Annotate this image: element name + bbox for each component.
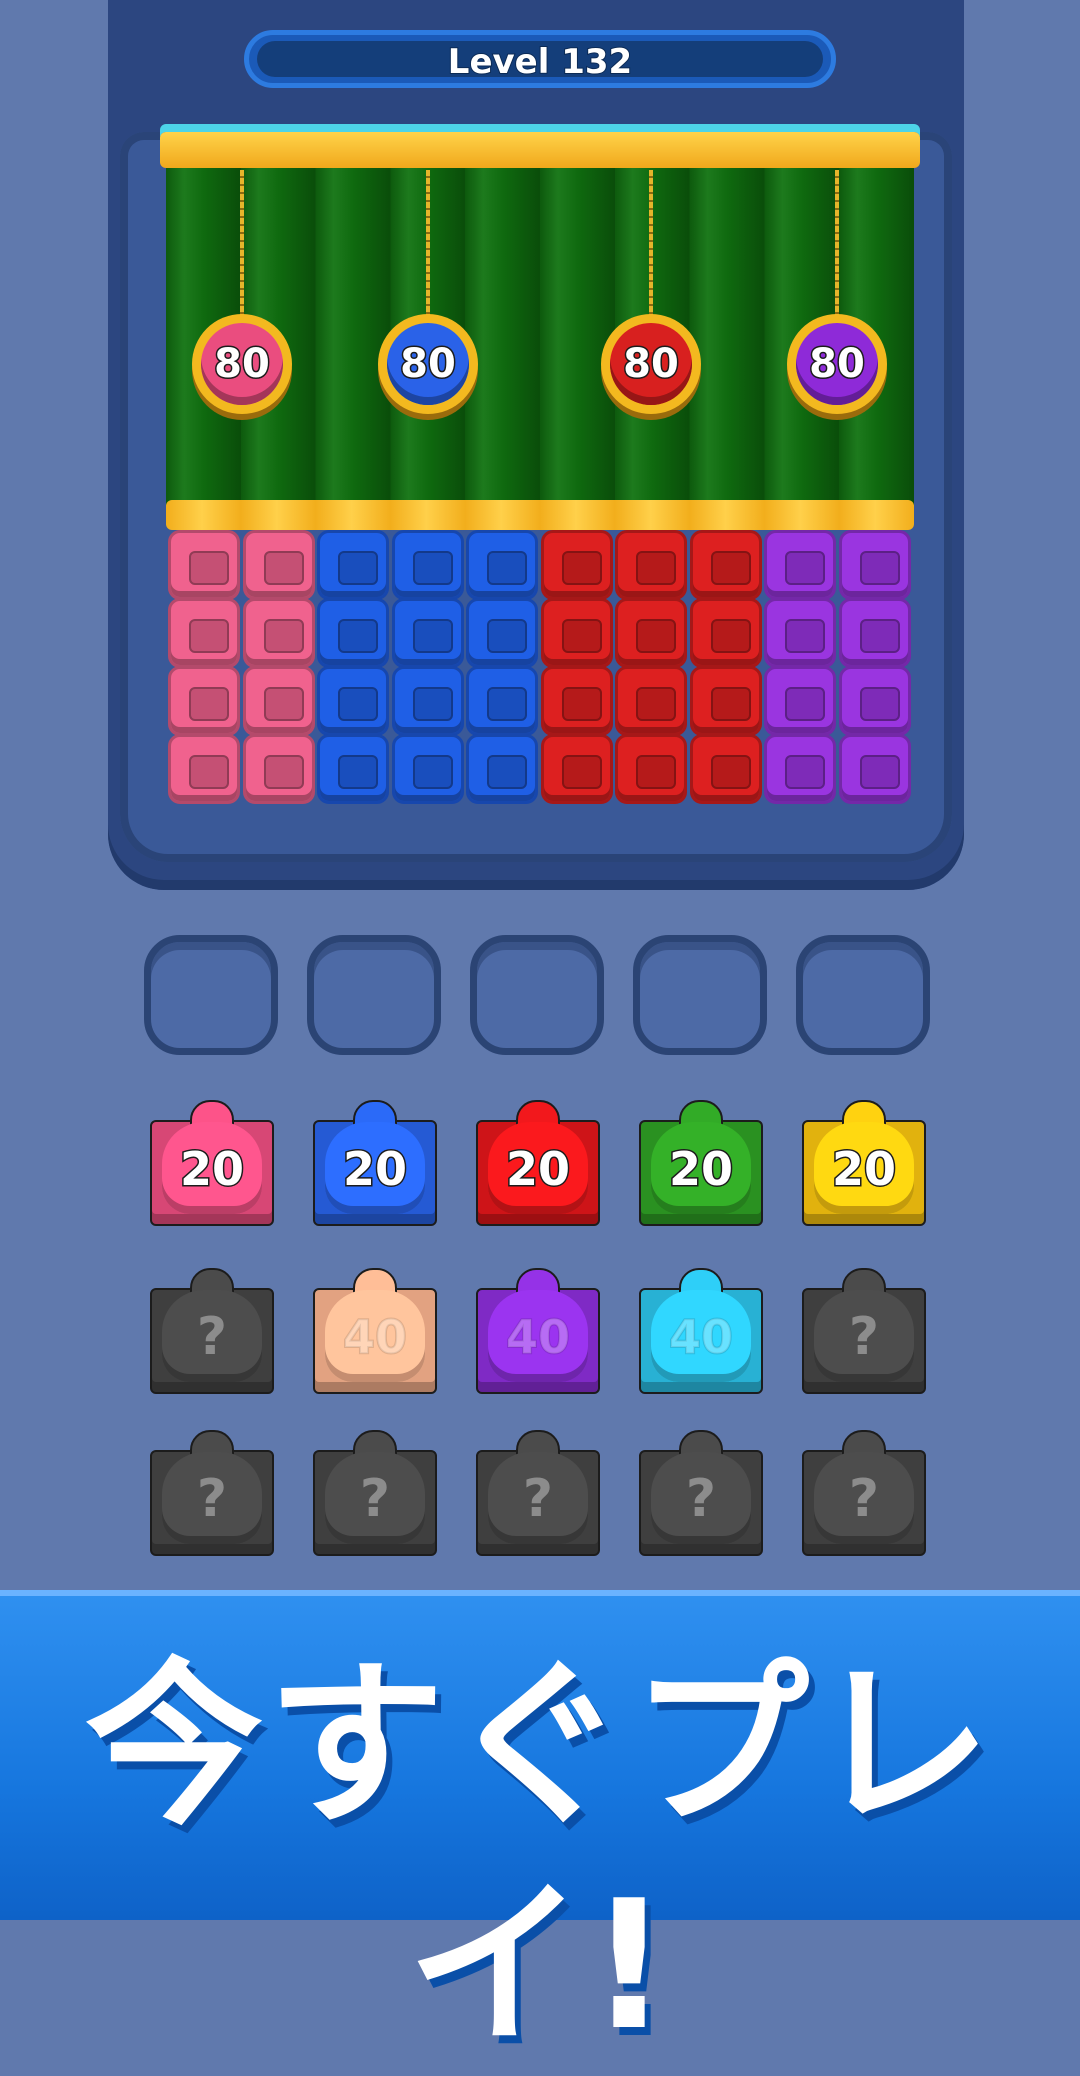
block-blue[interactable] [317, 598, 389, 668]
block-red[interactable] [615, 734, 687, 804]
medal-value: 80 [808, 340, 867, 389]
mystery-tank: ? [150, 1268, 274, 1394]
block-blue[interactable] [317, 530, 389, 600]
block-blue[interactable] [391, 598, 464, 668]
block-blue[interactable] [391, 666, 464, 736]
block-red[interactable] [615, 666, 687, 736]
block-red[interactable] [689, 734, 762, 804]
block-purple[interactable] [764, 530, 836, 600]
tank-label: 40 [342, 1309, 408, 1365]
medal-chain [649, 170, 653, 318]
tank-label: ? [848, 1469, 880, 1529]
tank-label: ? [522, 1469, 554, 1529]
block-red[interactable] [615, 530, 687, 600]
tank-label: 20 [830, 1141, 897, 1198]
mystery-tank: ? [150, 1430, 274, 1556]
block-purple[interactable] [838, 598, 911, 668]
tank-label: ? [196, 1469, 228, 1529]
block-red[interactable] [540, 598, 613, 668]
block-blue[interactable] [466, 598, 538, 668]
tank-label: ? [196, 1307, 228, 1367]
block-pink[interactable] [242, 530, 315, 600]
block-red[interactable] [540, 734, 613, 804]
empty-slot[interactable] [470, 935, 604, 1055]
tank-locked: 40 [476, 1268, 600, 1394]
empty-slot[interactable] [307, 935, 441, 1055]
tank-locked: 40 [639, 1268, 763, 1394]
play-now-banner[interactable]: 今すぐプレイ! [0, 1590, 1080, 2069]
tank-label: 20 [667, 1141, 734, 1198]
block-pink[interactable] [168, 666, 240, 736]
block-purple[interactable] [838, 666, 911, 736]
block-red[interactable] [615, 598, 687, 668]
empty-slot[interactable] [633, 935, 767, 1055]
mystery-tank: ? [802, 1430, 926, 1556]
mystery-tank: ? [802, 1268, 926, 1394]
tank-label: 40 [505, 1309, 571, 1365]
medal-chain [835, 170, 839, 318]
empty-slot[interactable] [144, 935, 278, 1055]
mystery-tank: ? [313, 1430, 437, 1556]
medal-chain [240, 170, 244, 318]
tank-label: ? [848, 1307, 880, 1367]
level-label: Level 132 [447, 41, 633, 83]
medal-value: 80 [213, 340, 272, 389]
block-red[interactable] [540, 666, 613, 736]
tank-label: 20 [178, 1141, 245, 1198]
tank-active[interactable]: 20 [639, 1100, 763, 1226]
block-purple[interactable] [764, 598, 836, 668]
block-blue[interactable] [391, 734, 464, 804]
banner-text: 今すぐプレイ! [85, 1642, 995, 2069]
tank-label: ? [685, 1469, 717, 1529]
tank-label: 20 [504, 1141, 571, 1198]
medal-value: 80 [622, 340, 681, 389]
medal-chain [426, 170, 430, 318]
tank-label: 40 [668, 1309, 734, 1365]
block-pink[interactable] [242, 598, 315, 668]
target-medal: 80 [601, 314, 701, 414]
block-blue[interactable] [466, 530, 538, 600]
curtain-rod [160, 132, 920, 168]
block-red[interactable] [689, 666, 762, 736]
curtain-trim [166, 500, 914, 530]
block-purple[interactable] [838, 734, 911, 804]
target-medal: 80 [787, 314, 887, 414]
block-purple[interactable] [764, 666, 836, 736]
block-pink[interactable] [168, 530, 240, 600]
block-pink[interactable] [242, 666, 315, 736]
tank-active[interactable]: 20 [313, 1100, 437, 1226]
block-red[interactable] [540, 530, 613, 600]
block-blue[interactable] [466, 734, 538, 804]
level-bar: Level 132 [244, 30, 836, 88]
block-pink[interactable] [242, 734, 315, 804]
target-medal: 80 [192, 314, 292, 414]
block-red[interactable] [689, 598, 762, 668]
block-purple[interactable] [764, 734, 836, 804]
block-blue[interactable] [466, 666, 538, 736]
block-pink[interactable] [168, 598, 240, 668]
tank-active[interactable]: 20 [476, 1100, 600, 1226]
block-blue[interactable] [317, 666, 389, 736]
block-purple[interactable] [838, 530, 911, 600]
mystery-tank: ? [476, 1430, 600, 1556]
empty-slot[interactable] [796, 935, 930, 1055]
tank-active[interactable]: 20 [150, 1100, 274, 1226]
block-blue[interactable] [391, 530, 464, 600]
tank-label: ? [359, 1469, 391, 1529]
target-medal: 80 [378, 314, 478, 414]
block-red[interactable] [689, 530, 762, 600]
block-blue[interactable] [317, 734, 389, 804]
block-pink[interactable] [168, 734, 240, 804]
tank-label: 20 [341, 1141, 408, 1198]
tank-locked: 40 [313, 1268, 437, 1394]
medal-value: 80 [399, 340, 458, 389]
tank-active[interactable]: 20 [802, 1100, 926, 1226]
mystery-tank: ? [639, 1430, 763, 1556]
